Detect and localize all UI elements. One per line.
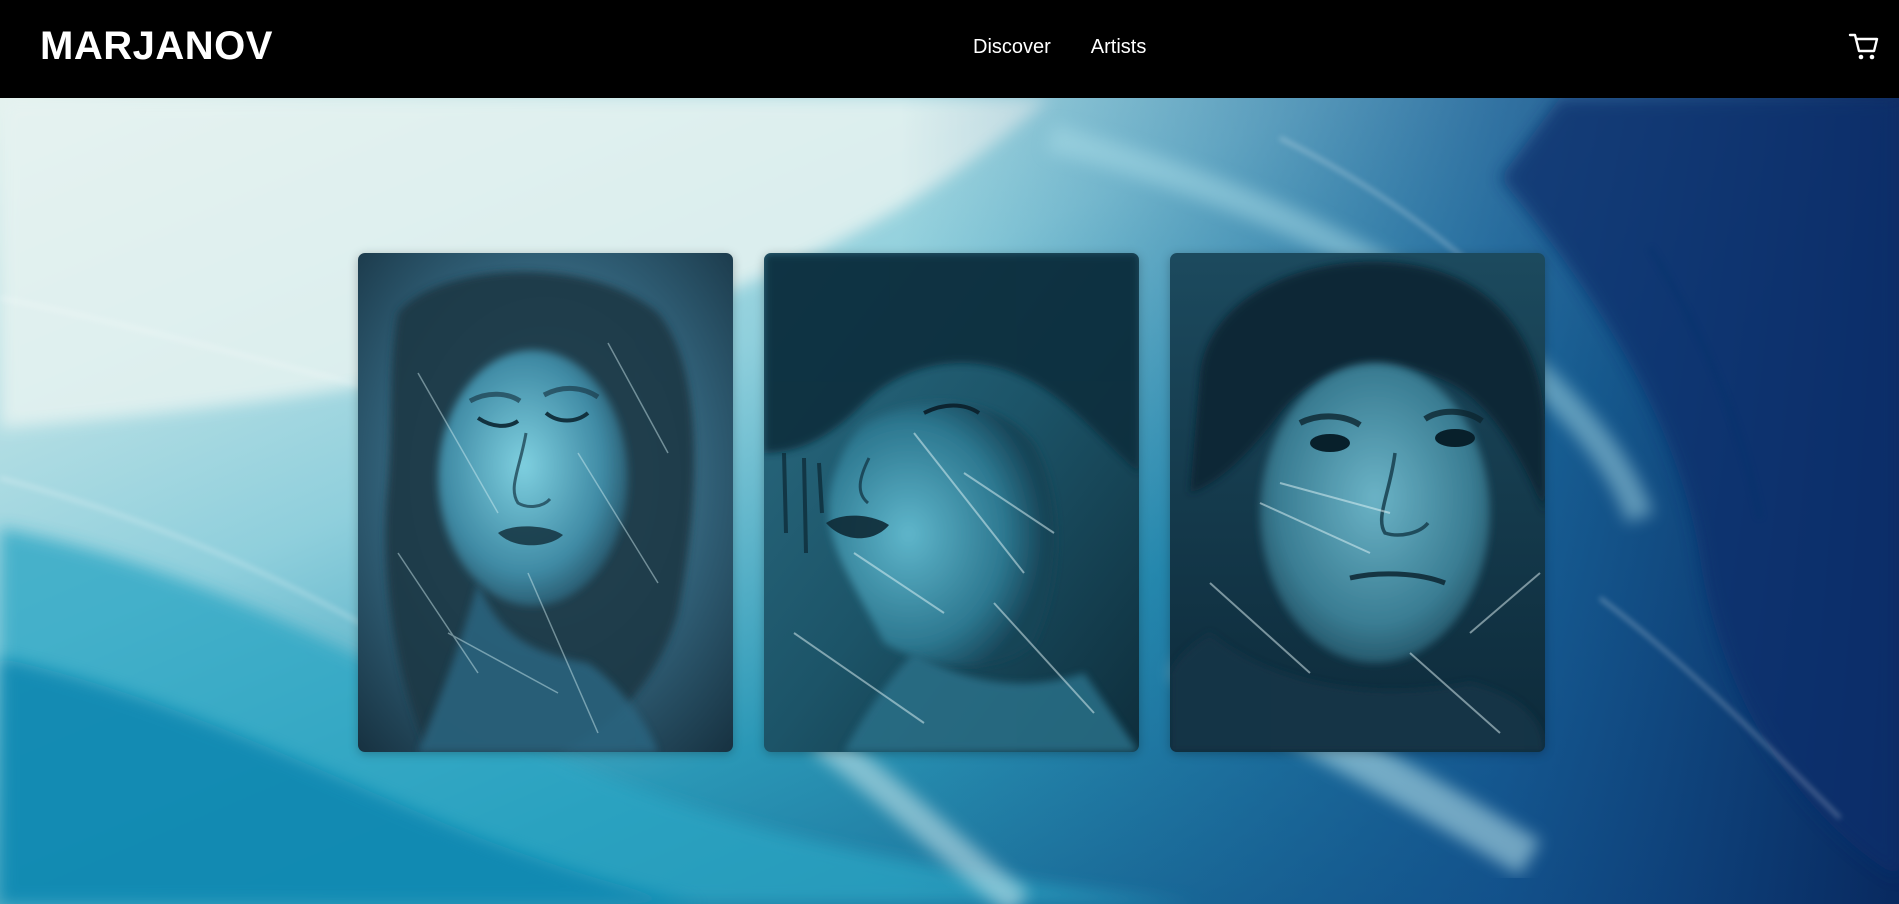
artwork-card-1[interactable]: [358, 253, 733, 752]
portrait-woman-eyes-closed-image: [358, 253, 733, 752]
nav-link-artists[interactable]: Artists: [1091, 34, 1147, 60]
artwork-card-2[interactable]: [764, 253, 1139, 752]
artwork-card-3[interactable]: [1170, 253, 1545, 752]
nav-link-discover[interactable]: Discover: [973, 34, 1051, 60]
shopping-cart-icon[interactable]: [1848, 30, 1880, 62]
site-logo[interactable]: MARJANOV: [40, 22, 273, 70]
portrait-man-face-image: [1170, 253, 1545, 752]
page: MARJANOV Discover Artists: [0, 0, 1899, 904]
portrait-woman-profile-image: [764, 253, 1139, 752]
top-navigation-bar: MARJANOV Discover Artists: [0, 0, 1899, 98]
artwork-gallery: [358, 253, 1545, 752]
main-nav: Discover Artists: [973, 34, 1146, 60]
